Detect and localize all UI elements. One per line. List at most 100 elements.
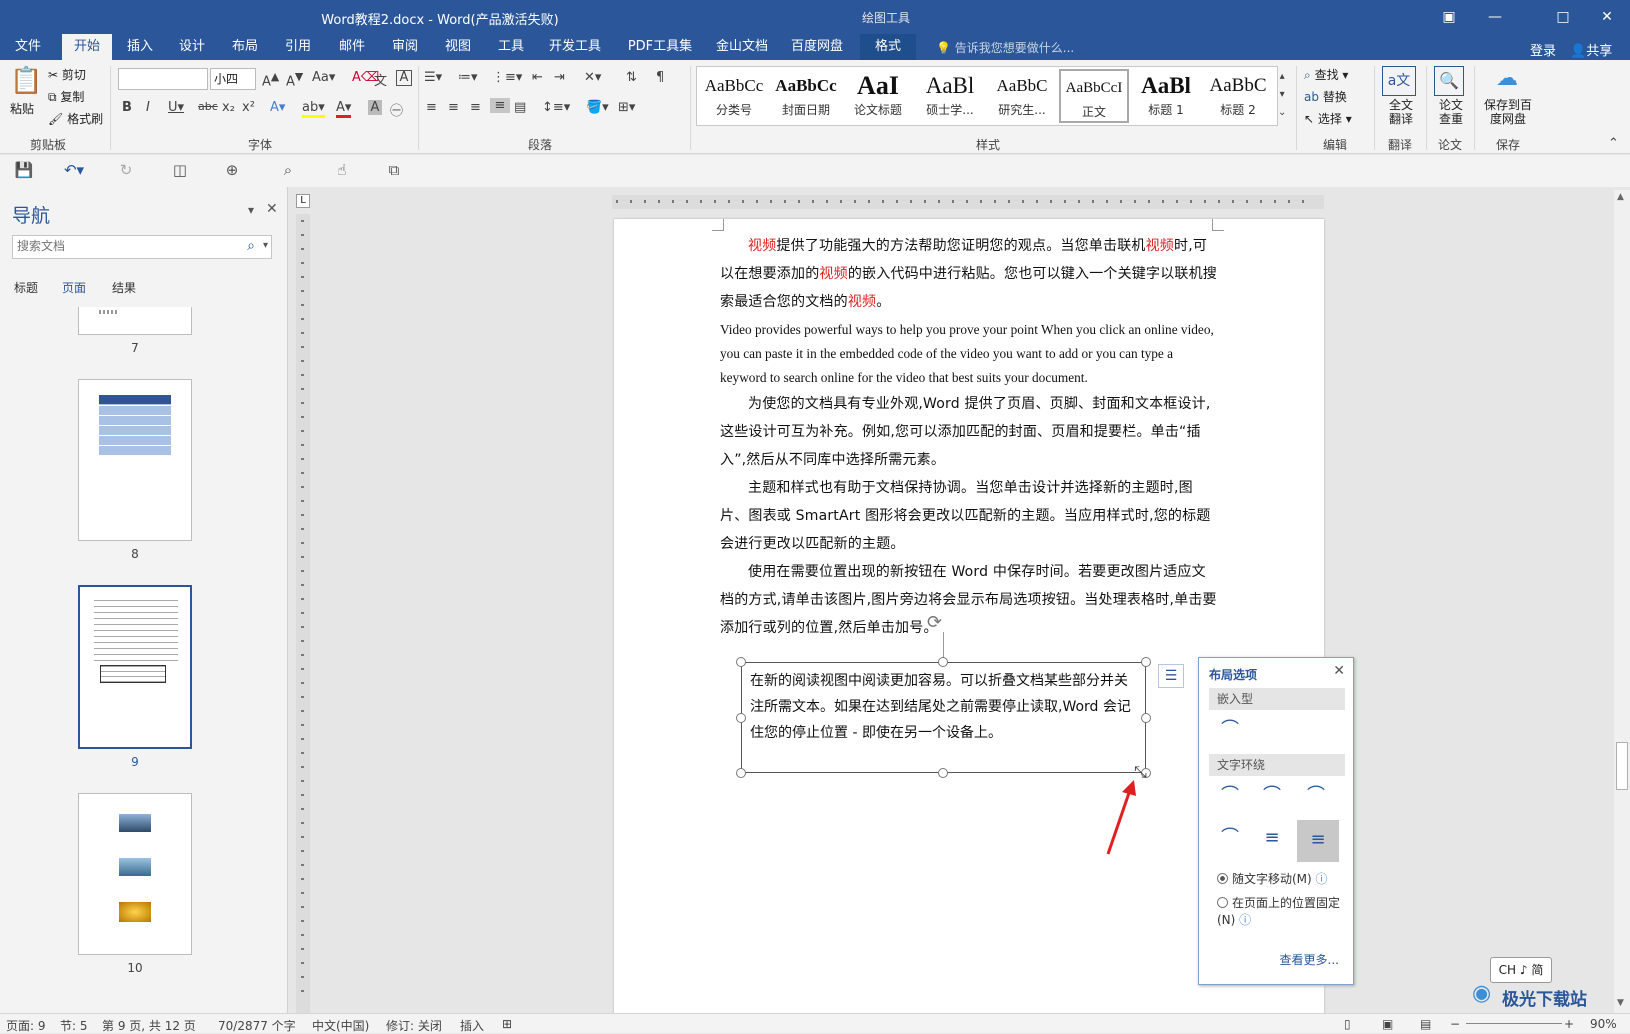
italic-icon[interactable]: I xyxy=(146,100,150,115)
nav-close-icon[interactable]: ✕ xyxy=(266,201,278,217)
borders-icon[interactable]: ⊞▾ xyxy=(618,100,635,115)
resize-handle[interactable] xyxy=(938,768,948,778)
paper-check-icon[interactable]: 🔍 xyxy=(1434,66,1464,96)
close-button[interactable]: ✕ xyxy=(1584,0,1630,34)
status-language[interactable]: 中文(中国) xyxy=(312,1017,369,1034)
grow-font-icon[interactable]: A▲ xyxy=(262,70,279,89)
align-center-icon[interactable]: ≡ xyxy=(448,100,459,115)
through-wrap-icon[interactable]: ⌒ xyxy=(1299,782,1333,812)
tab-file[interactable]: 文件 xyxy=(8,34,48,60)
nav-search-input[interactable] xyxy=(17,239,227,253)
text-effects-icon[interactable]: A▾ xyxy=(270,100,285,115)
style-item[interactable]: AaBbCc 分类号 xyxy=(699,69,769,123)
tell-me-box[interactable]: 💡 告诉我您想要做什么... xyxy=(936,39,1074,56)
shading-icon[interactable]: 🪣▾ xyxy=(586,100,609,115)
text-box-content[interactable]: 在新的阅读视图中阅读更加容易。可以折叠文档某些部分并关注所需文本。如果在达到结尾… xyxy=(750,668,1135,746)
paper-check-button[interactable]: 论文查重 xyxy=(1436,98,1466,126)
touch-mode-icon[interactable]: ☝ xyxy=(330,161,354,181)
tab-references[interactable]: 引用 xyxy=(276,34,320,60)
tab-home[interactable]: 开始 xyxy=(62,34,112,60)
justify-icon[interactable]: ≡ xyxy=(490,98,510,113)
underline-icon[interactable]: U▾ xyxy=(168,100,184,115)
bullets-icon[interactable]: ☰▾ xyxy=(424,70,442,85)
sort-icon[interactable]: ⇅ xyxy=(626,70,637,85)
style-item[interactable]: AaBl 标题 1 xyxy=(1131,69,1201,123)
format-painter-button[interactable]: 🖌 格式刷 xyxy=(48,110,103,127)
style-item[interactable]: AaBbC 研究生... xyxy=(987,69,1057,123)
style-item-selected[interactable]: AaBbCcI 正文 xyxy=(1059,69,1129,123)
tab-developer[interactable]: 开发工具 xyxy=(544,34,606,60)
resize-handle[interactable] xyxy=(736,713,746,723)
multilevel-list-icon[interactable]: ⋮≡▾ xyxy=(492,70,522,85)
translate-button[interactable]: 全文翻译 xyxy=(1386,98,1416,126)
nav-tab-pages[interactable]: 页面 xyxy=(62,279,86,296)
rotate-handle-icon[interactable]: ⟳ xyxy=(927,612,942,633)
nav-tab-headings[interactable]: 标题 xyxy=(14,279,38,296)
decrease-indent-icon[interactable]: ⇤ xyxy=(532,70,543,85)
enclose-char-icon[interactable]: ㊀ xyxy=(390,100,403,119)
strikethrough-icon[interactable]: abc xyxy=(198,100,218,113)
tab-kingsoft-docs[interactable]: 金山文档 xyxy=(710,34,774,60)
text-box[interactable]: 在新的阅读视图中阅读更加容易。可以折叠文档某些部分并关注所需文本。如果在达到结尾… xyxy=(741,662,1146,773)
tight-wrap-icon[interactable]: ⌒ xyxy=(1255,782,1289,812)
behind-text-icon[interactable]: ≡ xyxy=(1255,824,1289,854)
login-link[interactable]: 登录 xyxy=(1530,40,1556,59)
customize-icon[interactable]: ⧉ xyxy=(382,161,406,181)
cloud-icon[interactable]: ☁ xyxy=(1490,66,1524,96)
style-item[interactable]: AaBl 硕士学... xyxy=(915,69,985,123)
status-word-count[interactable]: 70/2877 个字 xyxy=(218,1017,296,1034)
copy-button[interactable]: ⧉ 复制 xyxy=(48,88,84,105)
status-page-of[interactable]: 第 9 页, 共 12 页 xyxy=(102,1017,196,1034)
close-icon[interactable]: ✕ xyxy=(1333,663,1345,679)
search-icon[interactable]: ⌕ xyxy=(247,238,255,254)
collapse-ribbon-icon[interactable]: ⌃ xyxy=(1608,136,1619,151)
web-layout-icon[interactable]: ▤ xyxy=(1420,1017,1431,1031)
select-button[interactable]: ↖ 选择 ▾ xyxy=(1304,110,1352,127)
fix-position-radio[interactable]: 在页面上的位置固定(N) ⓘ xyxy=(1217,894,1347,928)
scroll-up-icon[interactable]: ▲ xyxy=(1617,192,1624,202)
distributed-icon[interactable]: ▤ xyxy=(514,100,526,115)
page-thumbnail-9-selected[interactable] xyxy=(78,585,192,749)
tab-mailings[interactable]: 邮件 xyxy=(330,34,374,60)
increase-indent-icon[interactable]: ⇥ xyxy=(554,70,565,85)
style-item[interactable]: AaI 论文标题 xyxy=(843,69,913,123)
search-dropdown-icon[interactable]: ▾ xyxy=(263,240,268,251)
char-border-icon[interactable]: A xyxy=(396,70,412,86)
save-icon[interactable]: 💾 xyxy=(12,161,36,181)
bold-icon[interactable]: B xyxy=(122,100,132,115)
web-layout-icon[interactable]: ⊕ xyxy=(220,161,244,181)
tab-design[interactable]: 设计 xyxy=(170,34,214,60)
resize-handle[interactable] xyxy=(938,657,948,667)
style-item[interactable]: AaBbC 标题 2 xyxy=(1203,69,1273,123)
nav-tab-results[interactable]: 结果 xyxy=(112,279,136,296)
see-more-link[interactable]: 查看更多... xyxy=(1280,951,1339,968)
tab-format[interactable]: 格式 xyxy=(860,34,916,60)
zoom-slider[interactable] xyxy=(1466,1023,1562,1024)
resize-handle[interactable] xyxy=(736,657,746,667)
tab-review[interactable]: 审阅 xyxy=(383,34,427,60)
share-button[interactable]: 👤共享 xyxy=(1570,40,1612,59)
tab-tools[interactable]: 工具 xyxy=(489,34,533,60)
phonetic-guide-icon[interactable]: 文 xyxy=(374,70,387,89)
tab-layout[interactable]: 布局 xyxy=(223,34,267,60)
horizontal-ruler[interactable] xyxy=(612,195,1324,209)
ime-indicator[interactable]: CH ♪ 简 xyxy=(1490,957,1552,983)
resize-handle[interactable] xyxy=(1141,657,1151,667)
ribbon-display-icon[interactable]: ▣ xyxy=(1426,0,1472,34)
numbering-icon[interactable]: ≔▾ xyxy=(458,70,478,85)
vertical-ruler[interactable] xyxy=(296,214,310,1013)
zoom-level[interactable]: 90% xyxy=(1590,1017,1617,1031)
replace-button[interactable]: ab 替换 xyxy=(1304,88,1347,105)
tab-insert[interactable]: 插入 xyxy=(118,34,162,60)
scroll-thumb[interactable] xyxy=(1616,742,1628,790)
resize-handle[interactable] xyxy=(1141,713,1151,723)
read-mode-icon[interactable]: ▯ xyxy=(1344,1017,1351,1031)
top-bottom-wrap-icon[interactable]: ⌒ xyxy=(1213,824,1247,854)
page-thumbnail-7[interactable] xyxy=(78,307,192,335)
subscript-icon[interactable]: x₂ xyxy=(222,100,235,115)
tab-baidu-pan[interactable]: 百度网盘 xyxy=(785,34,849,60)
save-baidu-button[interactable]: 保存到百度网盘 xyxy=(1480,98,1536,126)
paste-icon[interactable]: 📋 xyxy=(10,66,42,100)
cut-button[interactable]: ✂ 剪切 xyxy=(48,66,86,83)
paste-button[interactable]: 粘贴 xyxy=(10,100,34,117)
